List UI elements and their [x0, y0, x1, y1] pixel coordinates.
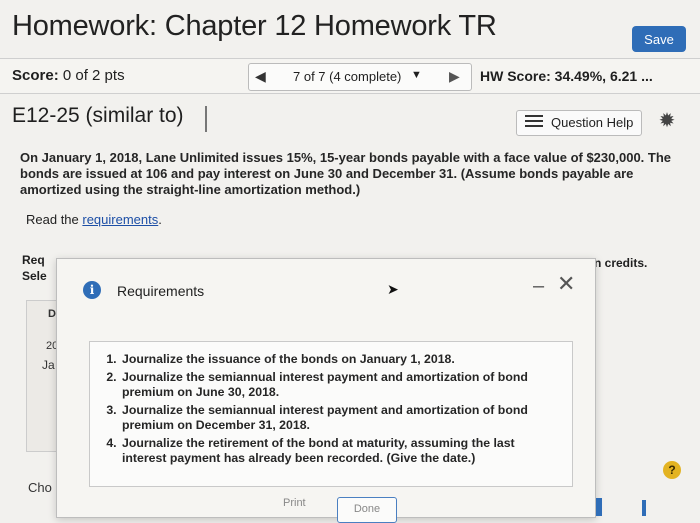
score-bar: Score: 0 of 2 pts ◀ 7 of 7 (4 complete) …	[0, 58, 700, 94]
background-button-edge	[642, 500, 646, 516]
requirements-list: Journalize the issuance of the bonds on …	[90, 342, 572, 466]
exercise-title: E12-25 (similar to)	[12, 104, 184, 127]
score: Score: 0 of 2 pts	[12, 67, 125, 84]
question-help-button[interactable]: Question Help	[516, 110, 642, 136]
save-button[interactable]: Save	[632, 26, 686, 52]
read-prefix: Read the	[26, 212, 83, 227]
requirements-link[interactable]: requirements	[82, 212, 158, 227]
text-cursor	[205, 106, 207, 132]
mouse-cursor-icon: ➤	[387, 281, 399, 297]
gear-icon[interactable]: ✹	[656, 110, 678, 132]
background-month: Ja	[42, 358, 55, 372]
background-date-header: D	[48, 308, 56, 320]
requirement-item: Journalize the semiannual interest payme…	[120, 403, 560, 433]
question-help-label: Question Help	[551, 115, 634, 130]
requirement-item: Journalize the retirement of the bond at…	[120, 436, 560, 466]
list-icon	[525, 115, 543, 129]
background-choose: Cho	[28, 480, 52, 495]
read-requirements: Read the requirements.	[26, 212, 162, 227]
requirement-item: Journalize the semiannual interest payme…	[120, 370, 560, 400]
problem-statement: On January 1, 2018, Lane Unlimited issue…	[20, 150, 672, 197]
previous-question-icon[interactable]: ◀	[255, 68, 266, 85]
print-button[interactable]: Print	[283, 497, 306, 509]
question-icon[interactable]: ?	[663, 461, 681, 479]
score-label: Score:	[12, 67, 59, 84]
close-icon[interactable]: ✕	[557, 271, 575, 297]
score-value: 0 of 2 pts	[62, 67, 125, 84]
info-icon: i	[83, 281, 101, 299]
background-req-line2: Sele	[22, 269, 47, 283]
requirements-list-box: Journalize the issuance of the bonds on …	[89, 341, 573, 487]
question-nav-label[interactable]: 7 of 7 (4 complete)	[293, 69, 401, 84]
chevron-down-icon[interactable]: ▼	[411, 69, 422, 81]
background-button-edge	[596, 498, 602, 516]
done-button[interactable]: Done	[337, 497, 397, 523]
next-question-icon[interactable]: ▶	[449, 68, 460, 85]
read-suffix: .	[158, 212, 162, 227]
question-navigator[interactable]: ◀ 7 of 7 (4 complete) ▼ ▶	[248, 63, 472, 91]
dialog-title: Requirements	[117, 283, 205, 299]
background-requirement-label: Req Sele	[22, 252, 47, 284]
requirements-dialog: i Requirements ➤ – ✕ Journalize the issu…	[56, 258, 596, 523]
background-req-line1: Req	[22, 253, 45, 267]
requirement-item: Journalize the issuance of the bonds on …	[120, 352, 560, 367]
minimize-icon[interactable]: –	[533, 275, 544, 298]
page-title: Homework: Chapter 12 Homework TR	[12, 10, 497, 42]
background-credits: n credits.	[594, 256, 648, 270]
hw-score: HW Score: 34.49%, 6.21 ...	[480, 68, 653, 84]
